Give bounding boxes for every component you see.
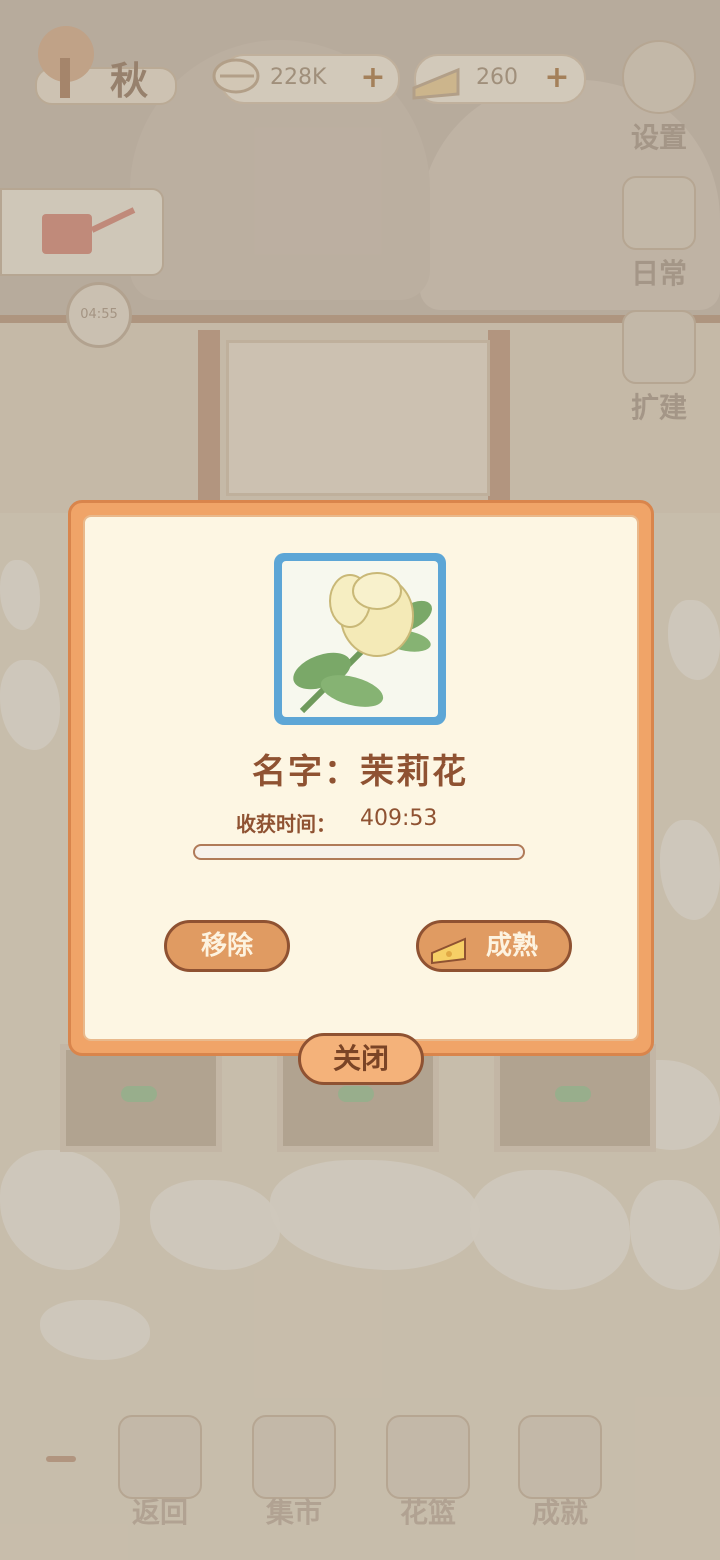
plant-portrait-frame	[274, 553, 446, 725]
remove-button[interactable]: 移除	[164, 920, 290, 972]
close-label: 关闭	[332, 1042, 389, 1075]
close-button[interactable]: 关闭	[298, 1033, 424, 1085]
harvest-time-value: 409:53	[360, 806, 438, 831]
plant-name: 名字：茉莉花	[252, 752, 468, 792]
growth-progress-bar	[193, 844, 525, 860]
jasmine-flower-icon	[293, 572, 432, 714]
mature-label: 成熟	[485, 931, 538, 961]
cheese-icon	[431, 937, 466, 965]
remove-label: 移除	[200, 931, 253, 961]
harvest-time-label: 收获时间：	[236, 812, 336, 836]
mature-button[interactable]: 成熟	[416, 920, 572, 972]
